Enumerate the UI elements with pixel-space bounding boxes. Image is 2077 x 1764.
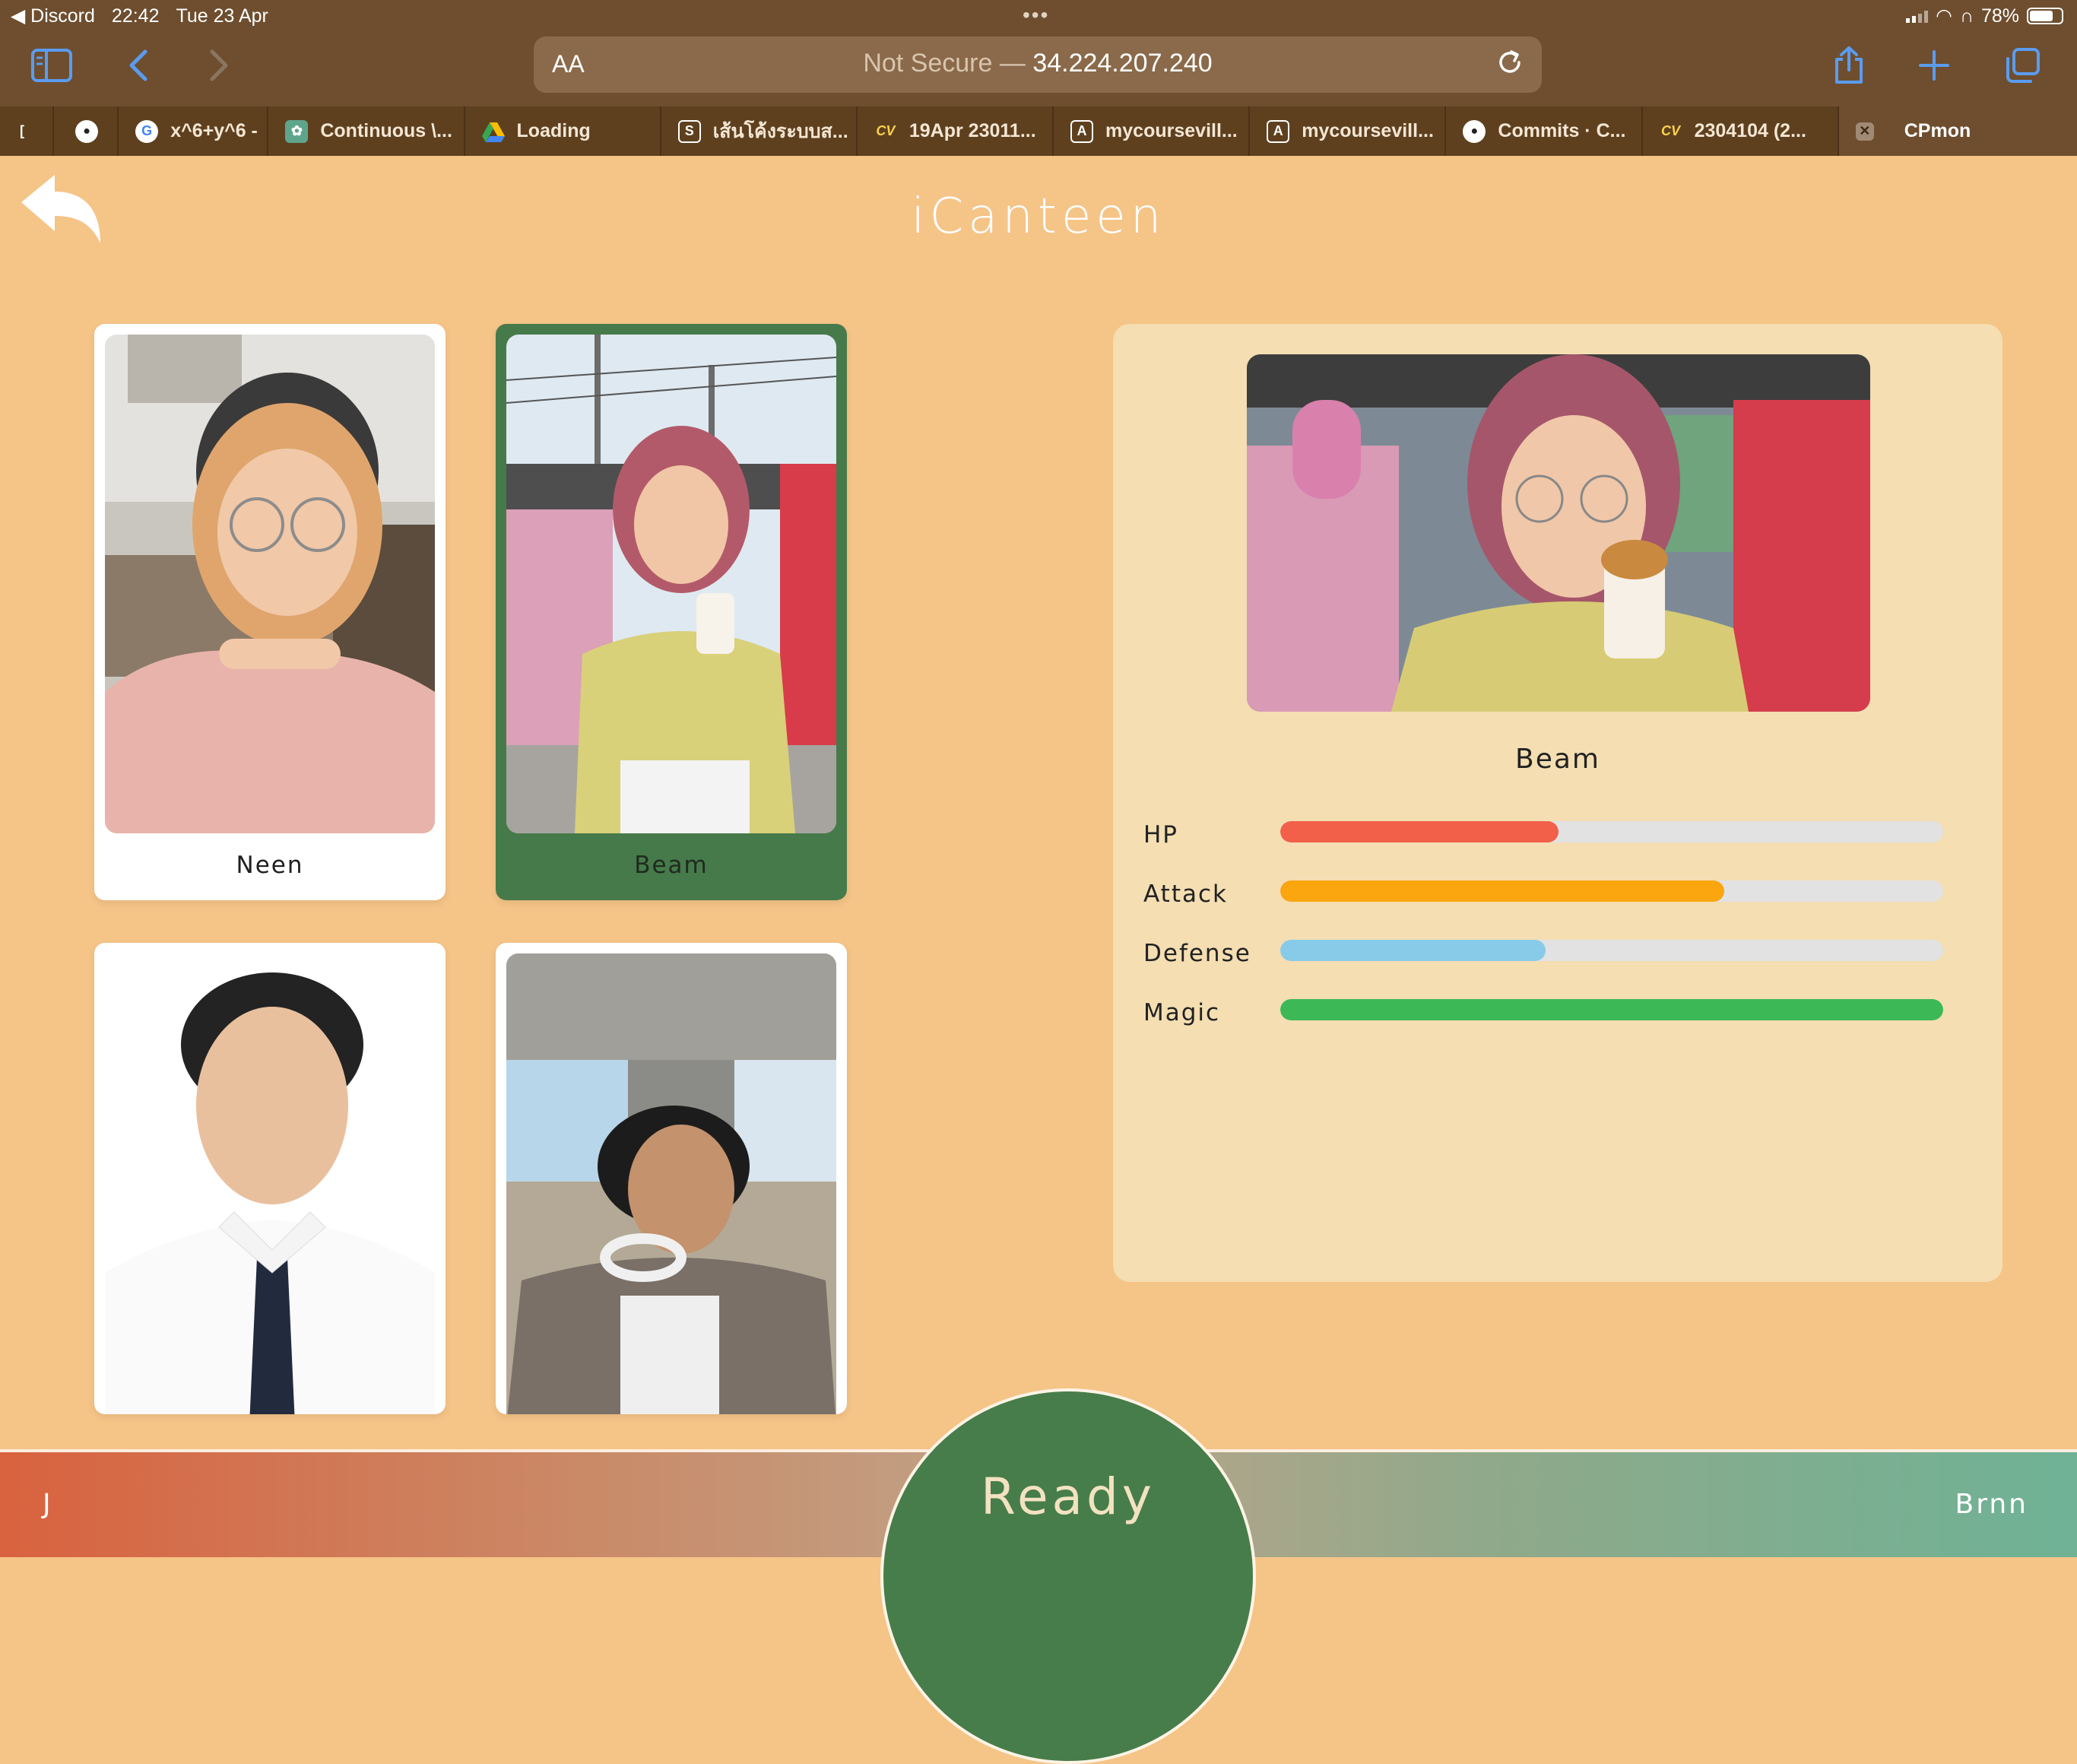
status-date: Tue 23 Apr xyxy=(176,5,268,27)
stat-label-magic: Magic xyxy=(1143,999,1221,1026)
ready-button[interactable]: Ready xyxy=(880,1388,1256,1764)
detail-photo xyxy=(1247,354,1870,712)
character-card-beam[interactable]: Beam xyxy=(496,324,847,900)
tab-label: Continuous \... xyxy=(320,120,452,141)
a-icon: A xyxy=(1267,119,1290,143)
wifi-icon: ◠ xyxy=(1936,5,1952,27)
address-bar[interactable]: AA Not Secure — 34.224.207.240 xyxy=(534,36,1542,93)
tab-github[interactable]: ● xyxy=(52,106,117,156)
cellular-signal-icon xyxy=(1906,9,1929,23)
tab-7[interactable]: A mycoursevill... xyxy=(1248,106,1444,156)
character-detail-panel: Beam HP Attack Defense Magic xyxy=(1113,324,2002,1282)
character-photo-3 xyxy=(105,953,435,1414)
a-icon: A xyxy=(1070,119,1094,143)
chatgpt-icon: ✿ xyxy=(285,119,309,143)
character-photo-neen xyxy=(105,335,435,833)
character-photo-4 xyxy=(506,953,836,1414)
safari-toolbar: AA Not Secure — 34.224.207.240 xyxy=(0,30,2077,106)
url-host: 34.224.207.240 xyxy=(1032,49,1213,78)
tab-label: 2304104 (2... xyxy=(1694,120,1806,141)
tab-bar: [ ● G x^6+y^6 - ✿ Continuous \... Loadin… xyxy=(0,106,2077,156)
github-icon: ● xyxy=(1463,119,1486,143)
detail-character-name: Beam xyxy=(1515,744,1600,775)
bracket-icon: [ xyxy=(20,123,24,138)
google-icon: G xyxy=(135,119,159,143)
cv-icon: CV xyxy=(1661,123,1681,138)
tab-label: CPmon xyxy=(1904,120,1971,141)
new-tab-plus-icon[interactable] xyxy=(1911,43,1957,88)
tab-label: Commits · C... xyxy=(1498,120,1626,141)
battery-percent: 78% xyxy=(1980,5,2019,27)
sidebar-toggle-icon[interactable] xyxy=(29,43,75,88)
character-photo-beam xyxy=(506,335,836,833)
status-time: 22:42 xyxy=(111,5,160,27)
stat-bar-hp xyxy=(1280,821,1943,842)
browser-chrome: ◀ Discord 22:42 Tue 23 Apr ••• ◠ ∩ 78% A… xyxy=(0,0,2077,156)
character-card-neen[interactable]: Neen xyxy=(94,324,446,900)
tab-label: x^6+y^6 - xyxy=(170,120,258,141)
player-right-name: Brnn xyxy=(1955,1489,2028,1520)
tab-label: 19Apr 23011... xyxy=(908,120,1036,141)
stat-fill-hp xyxy=(1280,821,1559,842)
forward-chevron-icon[interactable] xyxy=(196,43,242,88)
tab-label: mycoursevill... xyxy=(1105,120,1238,141)
stat-fill-defense xyxy=(1280,940,1546,961)
status-bar: ◀ Discord 22:42 Tue 23 Apr ••• ◠ ∩ 78% xyxy=(0,0,2077,30)
reload-icon[interactable] xyxy=(1495,47,1525,85)
stat-fill-magic xyxy=(1280,999,1943,1020)
character-card-4[interactable] xyxy=(496,943,847,1414)
app-title: iCanteen xyxy=(911,189,1166,245)
tab-label: Loading xyxy=(516,120,591,141)
back-to-app-link[interactable]: ◀ Discord xyxy=(11,5,95,27)
character-card-3[interactable] xyxy=(94,943,446,1414)
url-security-label: Not Secure — xyxy=(863,49,1033,78)
cv-icon: CV xyxy=(876,123,896,138)
stat-label-hp: HP xyxy=(1143,821,1179,849)
character-name: Beam xyxy=(634,852,709,879)
tab-5[interactable]: CV 19Apr 23011... xyxy=(855,106,1052,156)
github-icon: ● xyxy=(75,119,99,143)
tab-overview-icon[interactable] xyxy=(1999,43,2045,88)
google-drive-icon xyxy=(481,120,505,143)
s-icon: S xyxy=(677,119,701,143)
stat-label-attack: Attack xyxy=(1143,880,1228,908)
stat-label-defense: Defense xyxy=(1143,940,1251,967)
tab-4[interactable]: S เส้นโค้งระบบส... xyxy=(659,106,856,156)
player-left-name: J xyxy=(43,1489,53,1520)
share-icon[interactable] xyxy=(1826,43,1872,88)
character-name: Neen xyxy=(236,852,304,879)
tab-2[interactable]: ✿ Continuous \... xyxy=(267,106,463,156)
headphones-icon: ∩ xyxy=(1959,5,1974,27)
stat-fill-attack xyxy=(1280,880,1725,902)
stat-bar-defense xyxy=(1280,940,1943,961)
tab-1[interactable]: G x^6+y^6 - xyxy=(117,106,267,156)
tab-8[interactable]: ● Commits · C... xyxy=(1444,106,1641,156)
stat-bar-magic xyxy=(1280,999,1943,1020)
url-display[interactable]: Not Secure — 34.224.207.240 xyxy=(534,49,1542,78)
ready-label: Ready xyxy=(981,1467,1156,1526)
back-chevron-icon[interactable] xyxy=(116,43,161,88)
tab-3[interactable]: Loading xyxy=(463,106,660,156)
battery-icon xyxy=(2027,8,2063,24)
multitasking-dots-icon[interactable]: ••• xyxy=(1023,3,1049,27)
tab-active[interactable]: ✕ CPmon xyxy=(1837,106,2077,156)
stat-bar-attack xyxy=(1280,880,1943,902)
back-app-label: Discord xyxy=(30,5,95,27)
tab-partial[interactable]: [ xyxy=(0,106,52,156)
tab-6[interactable]: A mycoursevill... xyxy=(1052,106,1248,156)
tab-9[interactable]: CV 2304104 (2... xyxy=(1641,106,1838,156)
tab-label: เส้นโค้งระบบส... xyxy=(712,120,848,142)
close-tab-icon[interactable]: ✕ xyxy=(1855,122,1874,141)
tab-label: mycoursevill... xyxy=(1302,120,1434,141)
